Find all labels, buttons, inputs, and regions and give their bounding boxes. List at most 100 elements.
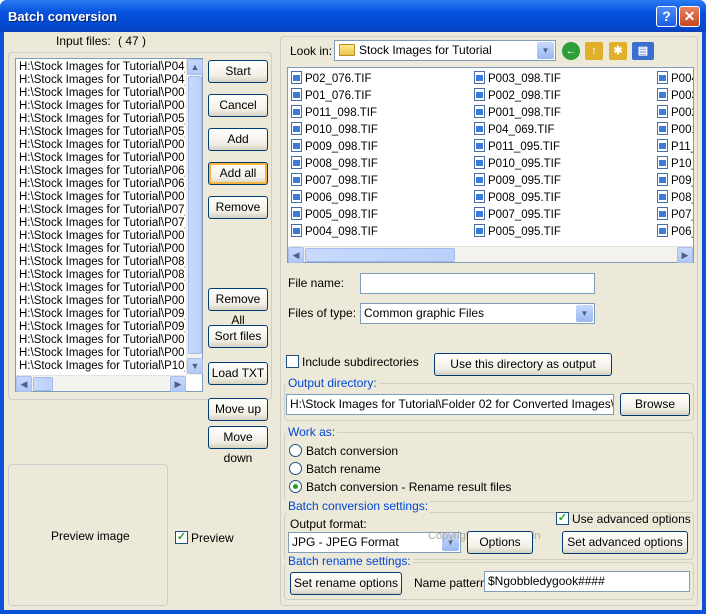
name-pattern-input[interactable]: $Ngobbledygook#### [484, 571, 690, 592]
input-file-row[interactable]: H:\Stock Images for Tutorial\P07_ [19, 217, 185, 230]
sort-files-button[interactable]: Sort files [208, 325, 268, 348]
close-button[interactable]: ✕ [679, 6, 700, 27]
input-file-row[interactable]: H:\Stock Images for Tutorial\P04_ [19, 74, 185, 87]
browse-button[interactable]: Browse [620, 393, 690, 416]
browser-file-item[interactable]: P003 [657, 88, 693, 104]
browser-file-item[interactable]: P001_098.TIF [474, 105, 561, 121]
up-folder-icon[interactable]: ↑ [585, 42, 603, 60]
output-directory-input[interactable]: H:\Stock Images for Tutorial\Folder 02 f… [286, 394, 614, 415]
browser-file-item[interactable]: P011_095.TIF [474, 139, 560, 155]
input-file-row[interactable]: H:\Stock Images for Tutorial\P10_ [19, 360, 185, 373]
batch-conversion-rename-radio[interactable] [289, 480, 302, 493]
batch-rename-radio[interactable] [289, 462, 302, 475]
browser-file-item[interactable]: P006_098.TIF [291, 190, 378, 206]
input-file-row[interactable]: H:\Stock Images for Tutorial\P009 [19, 347, 185, 360]
include-subdirectories-checkbox[interactable] [286, 355, 299, 368]
input-file-row[interactable]: H:\Stock Images for Tutorial\P09_ [19, 308, 185, 321]
input-file-row[interactable]: H:\Stock Images for Tutorial\P07_ [19, 204, 185, 217]
move-down-button[interactable]: Move down [208, 426, 268, 465]
input-file-row[interactable]: H:\Stock Images for Tutorial\P06_ [19, 165, 185, 178]
input-list-vscroll[interactable]: ▲ ▼ [186, 59, 203, 375]
browser-file-item[interactable]: P005_098.TIF [291, 207, 378, 223]
cancel-button[interactable]: Cancel [208, 94, 268, 117]
browser-file-item[interactable]: P07_ [657, 207, 693, 223]
batch-conversion-rename-radio-label[interactable]: Batch conversion - Rename result files [306, 480, 511, 494]
preview-checkbox-label[interactable]: Preview [191, 531, 234, 545]
scroll-up-arrow-icon[interactable]: ▲ [187, 59, 203, 75]
input-file-row[interactable]: H:\Stock Images for Tutorial\P004 [19, 100, 185, 113]
scroll-down-arrow-icon[interactable]: ▼ [187, 358, 203, 374]
browser-file-item[interactable]: P02_076.TIF [291, 71, 371, 87]
browser-file-item[interactable]: P008_098.TIF [291, 156, 378, 172]
input-file-row[interactable]: H:\Stock Images for Tutorial\P004 [19, 87, 185, 100]
input-file-row[interactable]: H:\Stock Images for Tutorial\P007 [19, 230, 185, 243]
file-browser-list[interactable]: P02_076.TIF P01_076.TIF P011_098.TIF P010_0… [287, 67, 694, 263]
browser-file-item[interactable]: P010_098.TIF [291, 122, 378, 138]
use-advanced-options-label[interactable]: Use advanced options [572, 512, 691, 526]
browser-file-item[interactable]: P007_098.TIF [291, 173, 378, 189]
input-file-row[interactable]: H:\Stock Images for Tutorial\P06_ [19, 178, 185, 191]
browser-file-item[interactable]: P002_098.TIF [474, 88, 561, 104]
input-file-row[interactable]: H:\Stock Images for Tutorial\P008 [19, 295, 185, 308]
view-menu-icon[interactable]: ▤ [632, 42, 654, 60]
batch-rename-radio-label[interactable]: Batch rename [306, 462, 381, 476]
back-arrow-icon[interactable]: ← [562, 42, 580, 60]
input-file-row[interactable]: H:\Stock Images for Tutorial\P009 [19, 334, 185, 347]
browser-file-item[interactable]: P04_069.TIF [474, 122, 554, 138]
browser-file-item[interactable]: P01_076.TIF [291, 88, 371, 104]
remove-all-button[interactable]: Remove All [208, 288, 268, 327]
set-advanced-options-button[interactable]: Set advanced options [562, 531, 688, 554]
browser-file-item[interactable]: P007_095.TIF [474, 207, 561, 223]
input-list-hscroll[interactable]: ◀ ▶ [16, 375, 186, 392]
browser-file-item[interactable]: P011_098.TIF [291, 105, 377, 121]
browser-file-item[interactable]: P005_095.TIF [474, 224, 561, 240]
browser-file-item[interactable]: P003_098.TIF [474, 71, 561, 87]
look-in-combo[interactable]: Stock Images for Tutorial ▼ [334, 40, 556, 61]
browser-file-item[interactable]: P09_ [657, 173, 693, 189]
browser-hscroll[interactable]: ◀ ▶ [288, 246, 693, 263]
browser-file-item[interactable]: P002 [657, 105, 693, 121]
browser-file-item[interactable]: P001 [657, 122, 693, 138]
browser-file-item[interactable]: P11_ [657, 139, 693, 155]
input-files-list[interactable]: H:\Stock Images for Tutorial\P04_ H:\Stoc… [15, 58, 203, 392]
file-name-input[interactable] [360, 273, 595, 294]
browser-file-item[interactable]: P004_098.TIF [291, 224, 378, 240]
use-advanced-options-checkbox[interactable]: ✓ [556, 512, 569, 525]
set-rename-options-button[interactable]: Set rename options [290, 572, 402, 595]
browser-file-item[interactable]: P08_ [657, 190, 693, 206]
chevron-down-icon[interactable]: ▼ [576, 305, 593, 322]
move-up-button[interactable]: Move up [208, 398, 268, 421]
input-file-row[interactable]: H:\Stock Images for Tutorial\P005 [19, 152, 185, 165]
add-all-button[interactable]: Add all [208, 162, 268, 185]
input-file-row[interactable]: H:\Stock Images for Tutorial\P08_ [19, 269, 185, 282]
start-button[interactable]: Start [208, 60, 268, 83]
include-subdirectories-label[interactable]: Include subdirectories [302, 355, 419, 369]
input-file-row[interactable]: H:\Stock Images for Tutorial\P007 [19, 243, 185, 256]
title-bar[interactable]: Batch conversion ? ✕ [0, 0, 706, 32]
browser-file-item[interactable]: P010_095.TIF [474, 156, 561, 172]
new-folder-icon[interactable]: ✱ [609, 42, 627, 60]
scroll-right-arrow-icon[interactable]: ▶ [170, 376, 186, 392]
scroll-right-arrow-icon[interactable]: ▶ [677, 247, 693, 263]
preview-checkbox[interactable]: ✓ [175, 531, 188, 544]
batch-conversion-radio-label[interactable]: Batch conversion [306, 444, 398, 458]
input-file-row[interactable]: H:\Stock Images for Tutorial\P006 [19, 191, 185, 204]
input-file-row[interactable]: H:\Stock Images for Tutorial\P05_ [19, 113, 185, 126]
batch-conversion-radio[interactable] [289, 444, 302, 457]
browser-file-item[interactable]: P009_095.TIF [474, 173, 561, 189]
input-file-row[interactable]: H:\Stock Images for Tutorial\P005 [19, 139, 185, 152]
browser-file-item[interactable]: P10_ [657, 156, 693, 172]
input-file-row[interactable]: H:\Stock Images for Tutorial\P008 [19, 282, 185, 295]
remove-button[interactable]: Remove [208, 196, 268, 219]
browser-file-item[interactable]: P009_098.TIF [291, 139, 378, 155]
chevron-down-icon[interactable]: ▼ [537, 42, 554, 59]
input-file-row[interactable]: H:\Stock Images for Tutorial\P09_ [19, 321, 185, 334]
scroll-left-arrow-icon[interactable]: ◀ [16, 376, 32, 392]
scroll-thumb[interactable] [33, 377, 53, 391]
use-directory-as-output-button[interactable]: Use this directory as output [434, 353, 612, 376]
options-button[interactable]: Options [467, 531, 533, 554]
help-button[interactable]: ? [656, 6, 677, 27]
scroll-thumb[interactable] [305, 248, 455, 262]
browser-file-item[interactable]: P004 [657, 71, 693, 87]
browser-file-item[interactable]: P06_ [657, 224, 693, 240]
